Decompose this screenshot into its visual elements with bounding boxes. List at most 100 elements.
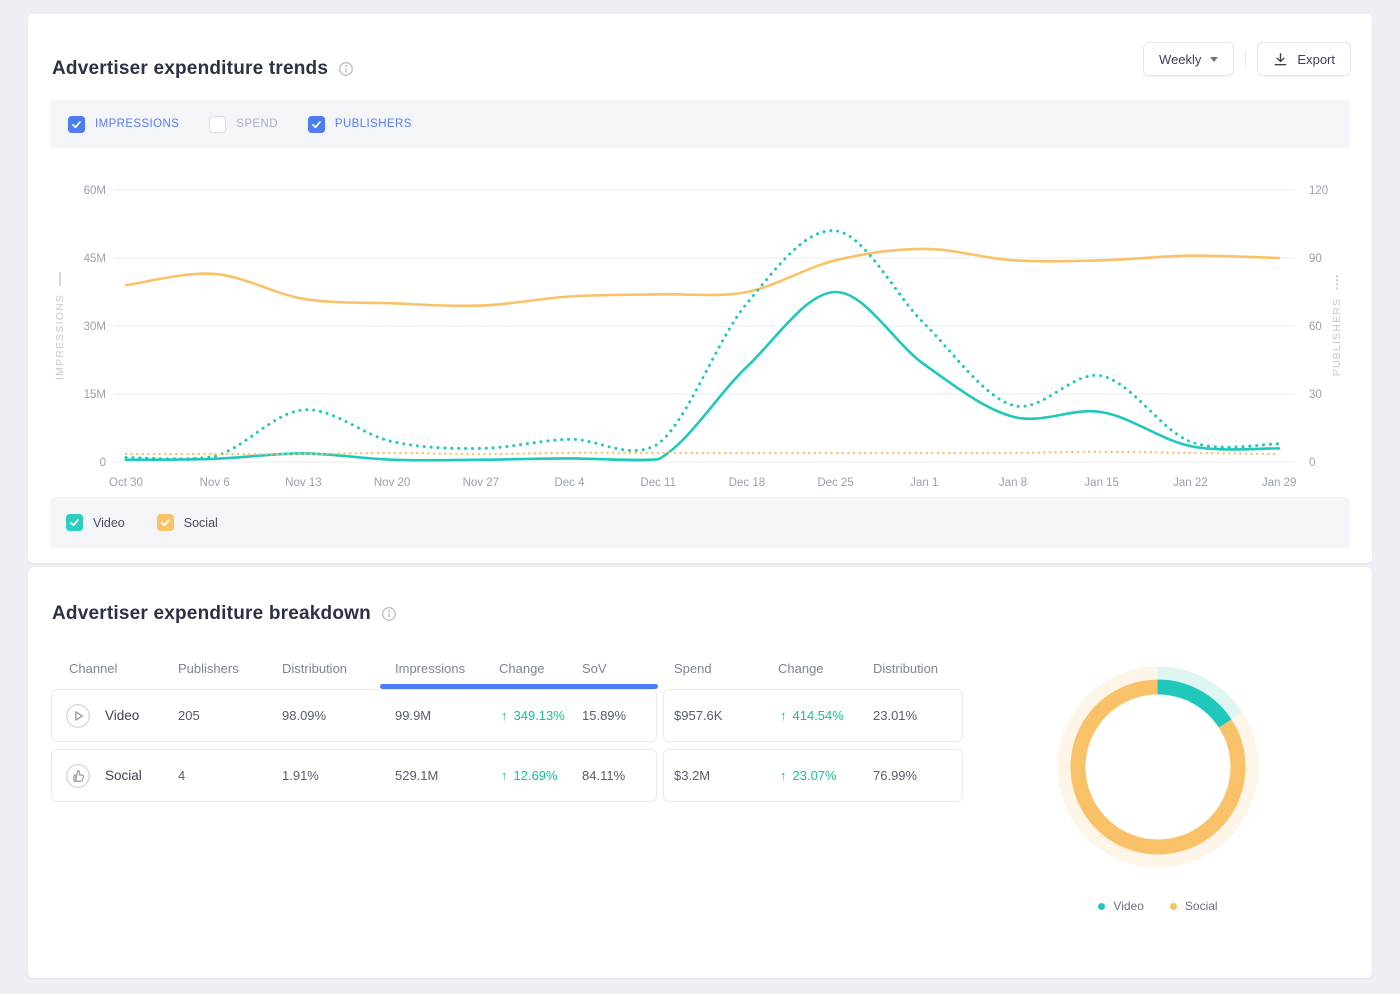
checkbox-checked-icon [308, 116, 325, 133]
thumb-up-icon [65, 763, 91, 789]
cell-spend: $957.6K [674, 689, 722, 742]
legend-video[interactable]: Video [66, 514, 125, 531]
left-axis-tick: 0 [100, 457, 106, 469]
x-axis-tick: Jan 1 [910, 477, 938, 489]
right-axis-tick: 0 [1309, 457, 1315, 469]
x-axis-tick: Oct 30 [109, 477, 143, 489]
right-axis-tick: 30 [1309, 389, 1322, 401]
trend-chart: 015M30M45M60M0306090120Oct 30Nov 6Nov 13… [28, 160, 1372, 512]
col-header-channel[interactable]: Channel [69, 661, 117, 676]
series-legend-bar: Video Social [50, 497, 1350, 548]
export-button[interactable]: Export [1257, 42, 1351, 76]
donut-legend-video[interactable]: Video [1098, 899, 1143, 913]
interval-value: Weekly [1159, 52, 1201, 67]
left-axis-tick: 45M [84, 253, 106, 265]
x-axis-tick: Dec 4 [554, 477, 585, 489]
toggle-spend[interactable]: SPEND [209, 116, 278, 133]
x-axis-tick: Jan 15 [1084, 477, 1119, 489]
arrow-up-icon: ↑ [501, 768, 508, 783]
solid-line-icon [59, 272, 61, 286]
cell-publishers: 4 [178, 749, 185, 802]
col-header-sov[interactable]: SoV [582, 661, 607, 676]
teal-dot-icon [1098, 903, 1105, 910]
orange-dot-icon [1170, 903, 1177, 910]
arrow-up-icon: ↑ [501, 708, 508, 723]
interval-select[interactable]: Weekly [1143, 42, 1234, 76]
donut-chart [1048, 657, 1268, 877]
cell-spend-distribution: 76.99% [873, 749, 917, 802]
cell-spend-change: ↑414.54% [780, 689, 844, 742]
checkbox-checked-icon [68, 116, 85, 133]
x-axis-tick: Dec 25 [817, 477, 853, 489]
left-axis-title: IMPRESSIONS [54, 272, 66, 380]
legend-social-label: Social [184, 516, 218, 530]
cell-spend-distribution: 23.01% [873, 689, 917, 742]
info-icon[interactable] [381, 606, 397, 622]
info-icon[interactable] [338, 61, 354, 77]
toggle-impressions-label: IMPRESSIONS [95, 118, 179, 130]
cell-spend: $3.2M [674, 749, 710, 802]
play-circle-icon [65, 703, 91, 729]
export-label: Export [1297, 52, 1335, 67]
x-axis-tick: Jan 29 [1262, 477, 1297, 489]
arrow-up-icon: ↑ [780, 708, 787, 723]
download-icon [1273, 52, 1288, 67]
toggle-spend-label: SPEND [236, 118, 278, 130]
breakdown-card: Advertiser expenditure breakdown Channel… [28, 567, 1372, 978]
donut-legend: Video Social [1048, 899, 1268, 913]
breakdown-table: Channel Publishers Distribution Impressi… [51, 659, 963, 809]
cell-spend-change: ↑23.07% [780, 749, 837, 802]
col-header-change[interactable]: Change [499, 661, 545, 676]
cell-distribution: 98.09% [282, 689, 326, 742]
x-axis-tick: Nov 6 [200, 477, 230, 489]
toggle-impressions[interactable]: IMPRESSIONS [68, 116, 179, 133]
col-header-publishers[interactable]: Publishers [178, 661, 239, 676]
dashboard-page: Advertiser expenditure trends Weekly Exp… [0, 0, 1400, 994]
trends-title-text: Advertiser expenditure trends [52, 58, 328, 80]
legend-social[interactable]: Social [157, 514, 218, 531]
x-axis-tick: Dec 18 [729, 477, 765, 489]
cell-impressions: 529.1M [395, 749, 438, 802]
breakdown-title-text: Advertiser expenditure breakdown [52, 603, 371, 625]
right-axis-tick: 90 [1309, 253, 1322, 265]
checkbox-checked-icon [66, 514, 83, 531]
cell-impressions: 99.9M [395, 689, 431, 742]
col-header-impressions[interactable]: Impressions [395, 661, 465, 676]
divider [1245, 51, 1246, 67]
table-row-video-left[interactable] [51, 689, 657, 742]
donut-legend-social[interactable]: Social [1170, 899, 1218, 913]
cell-impr-change: ↑349.13% [501, 689, 565, 742]
col-header-spend[interactable]: Spend [674, 661, 712, 676]
right-axis-tick: 120 [1309, 185, 1328, 197]
cell-channel: Social [105, 749, 142, 802]
arrow-up-icon: ↑ [780, 768, 787, 783]
metric-toggle-bar: IMPRESSIONS SPEND PUBLISHERS [50, 100, 1350, 148]
series-video-publishers[interactable] [126, 231, 1279, 459]
right-axis-title: PUBLISHERS [1331, 276, 1343, 377]
col-header-spend-distrib[interactable]: Distribution [873, 661, 938, 676]
x-axis-tick: Nov 20 [374, 477, 410, 489]
header-actions: Weekly Export [1143, 42, 1351, 76]
checkbox-checked-icon [157, 514, 174, 531]
x-axis-tick: Jan 22 [1173, 477, 1208, 489]
cell-sov: 84.11% [582, 749, 625, 802]
x-axis-tick: Dec 11 [640, 477, 676, 489]
cell-channel: Video [105, 689, 139, 742]
left-axis-tick: 30M [84, 321, 106, 333]
col-header-distribution[interactable]: Distribution [282, 661, 347, 676]
breakdown-title: Advertiser expenditure breakdown [52, 603, 397, 625]
trend-chart-svg: 015M30M45M60M0306090120Oct 30Nov 6Nov 13… [28, 160, 1372, 500]
series-social-impressions[interactable] [126, 249, 1279, 306]
checkbox-unchecked-icon [209, 116, 226, 133]
right-axis-tick: 60 [1309, 321, 1322, 333]
cell-distribution: 1.91% [282, 749, 319, 802]
table-row-social-left[interactable] [51, 749, 657, 802]
trends-card: Advertiser expenditure trends Weekly Exp… [28, 14, 1372, 563]
col-header-spend-change[interactable]: Change [778, 661, 824, 676]
trends-title: Advertiser expenditure trends [52, 58, 354, 80]
legend-video-label: Video [93, 516, 125, 530]
x-axis-tick: Jan 8 [999, 477, 1027, 489]
toggle-publishers[interactable]: PUBLISHERS [308, 116, 412, 133]
cell-impr-change: ↑12.69% [501, 749, 558, 802]
x-axis-tick: Nov 13 [285, 477, 321, 489]
